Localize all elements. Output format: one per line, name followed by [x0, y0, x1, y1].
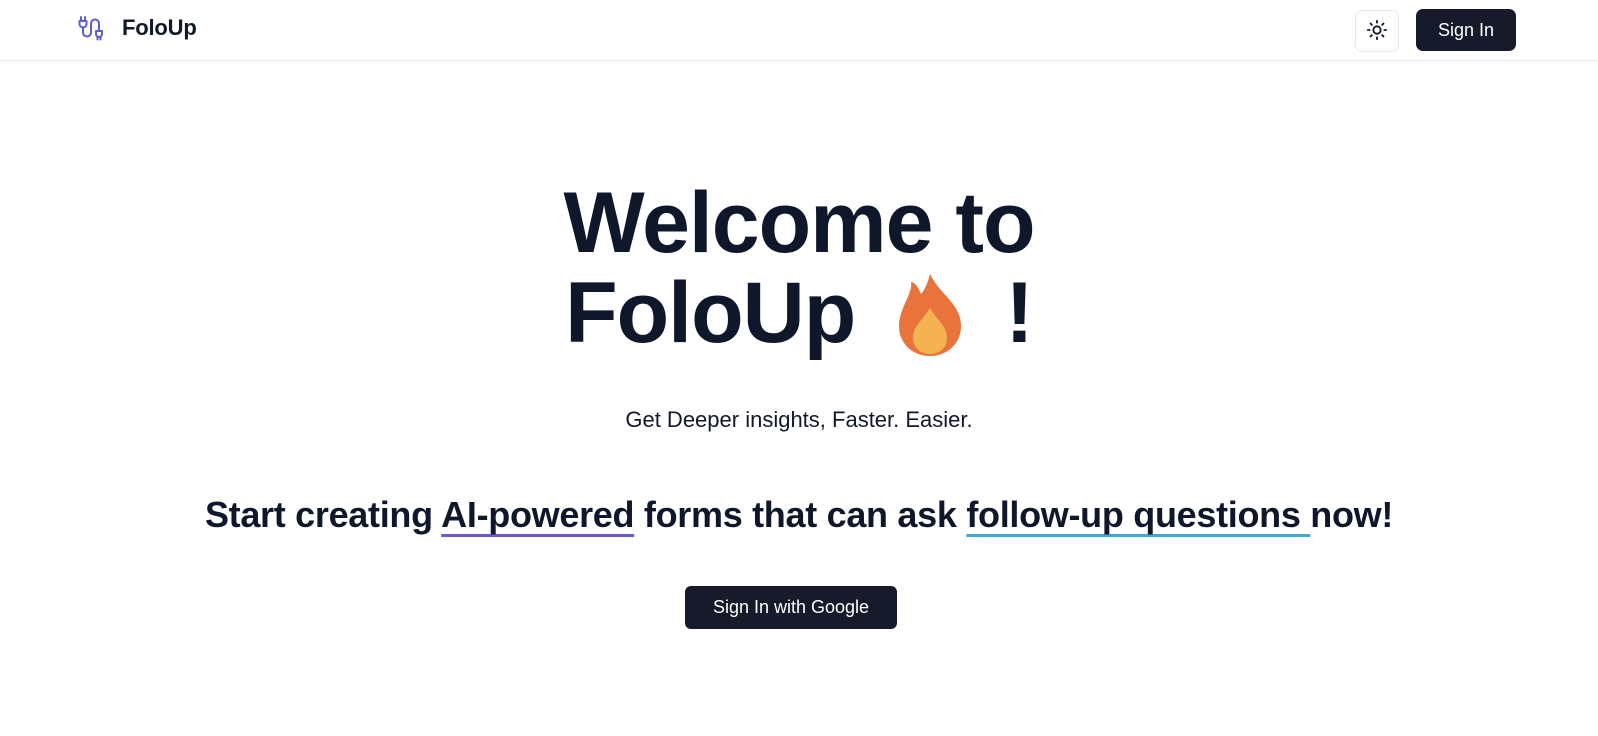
hero-title-exclamation: !	[1005, 265, 1034, 361]
sign-in-with-google-button[interactable]: Sign In with Google	[685, 586, 897, 629]
hero-title-line1: Welcome to	[563, 175, 1035, 271]
tagline-part1: Start creating	[204, 494, 442, 535]
hero-title: Welcome to FoloUp !	[0, 178, 1598, 358]
tagline-highlight-follow-up: follow-up questions	[966, 494, 1311, 535]
hero-subtitle: Get Deeper insights, Faster. Easier.	[625, 407, 973, 432]
top-navbar: FoloUp Sign In	[0, 0, 1598, 61]
plug-cable-icon	[76, 14, 104, 42]
tagline-highlight-ai-powered: AI-powered	[441, 494, 635, 535]
fire-icon	[897, 268, 963, 358]
tagline-part3: now!	[1310, 494, 1394, 535]
hero-title-brand: FoloUp	[565, 265, 856, 361]
sign-in-button[interactable]: Sign In	[1416, 9, 1516, 51]
sun-icon	[1366, 19, 1388, 44]
tagline-part2: forms that can ask	[634, 494, 967, 535]
hero-tagline: Start creating AI-powered forms that can…	[0, 494, 1598, 536]
brand-name: FoloUp	[122, 15, 197, 40]
theme-toggle-button[interactable]	[1355, 10, 1399, 52]
brand-logo[interactable]: FoloUp	[76, 14, 197, 42]
